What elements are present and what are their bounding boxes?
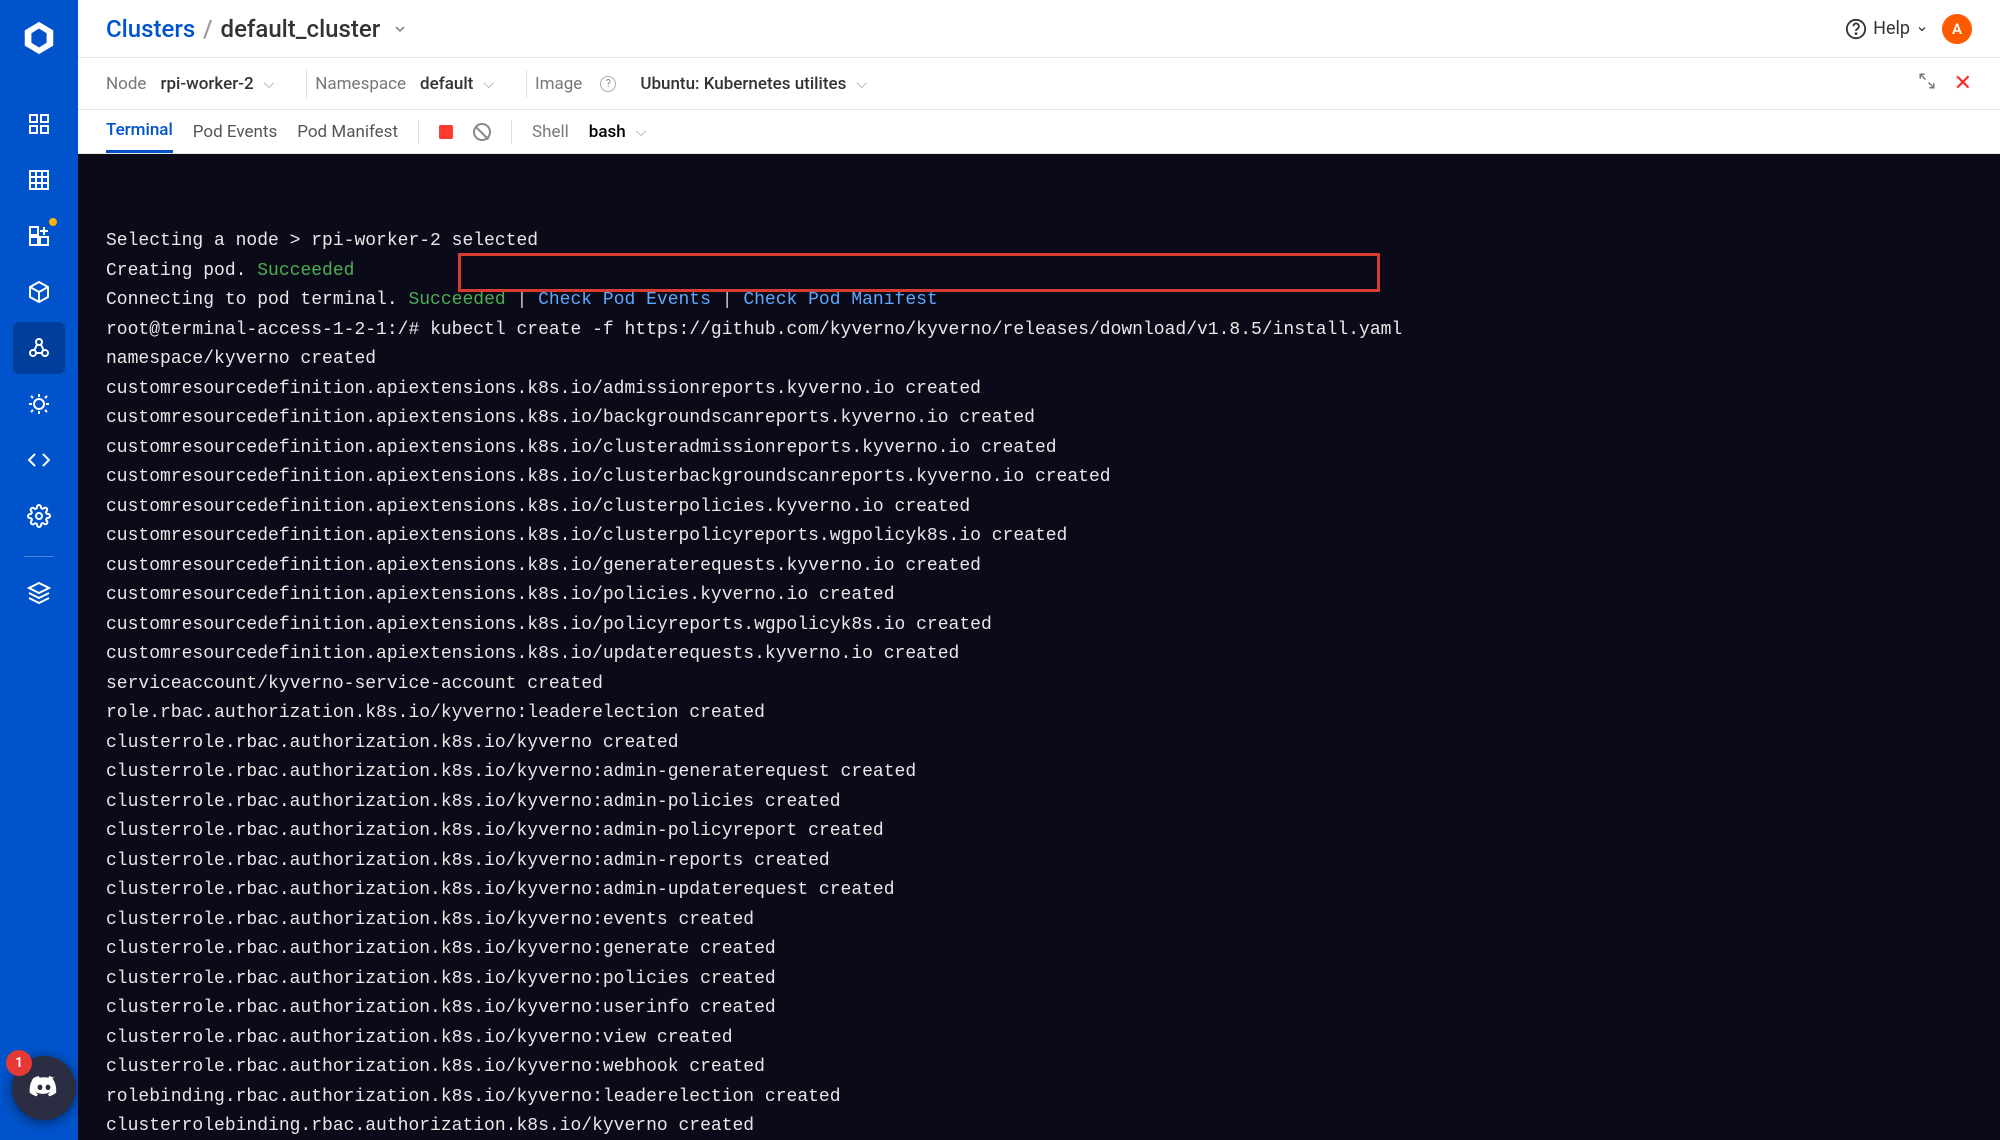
discord-icon <box>28 1072 60 1104</box>
chevron-down-icon: ⌵ <box>856 76 867 92</box>
chevron-down-icon: ⌵ <box>483 76 494 92</box>
tab-pod-manifest[interactable]: Pod Manifest <box>297 110 398 153</box>
vertical-separator <box>526 70 527 98</box>
chevron-down-icon[interactable] <box>392 15 408 43</box>
term-line: customresourcedefinition.apiextensions.k… <box>106 644 959 664</box>
node-value[interactable]: rpi-worker-2 ⌵ <box>160 74 274 94</box>
chevron-down-icon <box>1916 23 1928 35</box>
nav-cube-icon[interactable] <box>13 266 65 318</box>
nav-stack-icon[interactable] <box>13 567 65 619</box>
namespace-value[interactable]: default ⌵ <box>420 74 494 94</box>
term-line: namespace/kyverno created <box>106 349 376 369</box>
term-line: clusterrole.rbac.authorization.k8s.io/ky… <box>106 1057 765 1077</box>
term-line: clusterrole.rbac.authorization.k8s.io/ky… <box>106 733 679 753</box>
main-column: Clusters / default_cluster Help A Node r… <box>78 0 2000 1140</box>
discord-button[interactable]: 1 <box>12 1056 76 1120</box>
namespace-label: Namespace <box>315 74 406 94</box>
term-line: clusterrole.rbac.authorization.k8s.io/ky… <box>106 851 830 871</box>
shell-select[interactable]: bash ⌵ <box>589 122 647 142</box>
namespace-select: Namespace default ⌵ <box>315 74 494 94</box>
term-line: customresourcedefinition.apiextensions.k… <box>106 379 981 399</box>
help-menu[interactable]: Help <box>1845 18 1928 40</box>
block-icon[interactable] <box>473 123 491 141</box>
term-line: Selecting a node > rpi-worker-2 selected <box>106 231 538 251</box>
nav-separator <box>24 556 54 557</box>
term-line: customresourcedefinition.apiextensions.k… <box>106 615 992 635</box>
image-select: Image ? Ubuntu: Kubernetes utilites ⌵ <box>535 74 867 94</box>
info-icon[interactable]: ? <box>600 76 616 92</box>
term-line: serviceaccount/kyverno-service-account c… <box>106 674 603 694</box>
tab-pod-events[interactable]: Pod Events <box>193 110 277 153</box>
check-pod-events-link[interactable]: Check Pod Events <box>538 290 711 310</box>
term-line: clusterrole.rbac.authorization.k8s.io/ky… <box>106 792 841 812</box>
avatar-letter: A <box>1952 20 1962 38</box>
term-line: Creating pod. Succeeded <box>106 261 354 281</box>
term-line: Connecting to pod terminal. Succeeded | … <box>106 290 938 310</box>
node-label: Node <box>106 74 146 94</box>
selector-bar: Node rpi-worker-2 ⌵ Namespace default ⌵ … <box>78 58 2000 110</box>
term-line: root@terminal-access-1-2-1:/# kubectl cr… <box>106 320 1402 340</box>
term-line: rolebinding.rbac.authorization.k8s.io/ky… <box>106 1087 841 1107</box>
breadcrumb-sep: / <box>203 15 212 43</box>
avatar[interactable]: A <box>1942 14 1972 44</box>
term-line: clusterrole.rbac.authorization.k8s.io/ky… <box>106 762 916 782</box>
terminal-output[interactable]: Selecting a node > rpi-worker-2 selected… <box>78 154 2000 1140</box>
term-line: customresourcedefinition.apiextensions.k… <box>106 438 1057 458</box>
term-line: clusterrolebinding.rbac.authorization.k8… <box>106 1116 754 1136</box>
breadcrumb: Clusters / default_cluster <box>106 15 408 43</box>
nav-add-block-icon[interactable] <box>13 210 65 262</box>
nav-cluster-icon[interactable] <box>13 322 65 374</box>
stop-button[interactable] <box>439 125 453 139</box>
node-select: Node rpi-worker-2 ⌵ <box>106 74 274 94</box>
vertical-separator <box>306 70 307 98</box>
vertical-separator <box>511 120 512 144</box>
term-line: customresourcedefinition.apiextensions.k… <box>106 526 1067 546</box>
image-label: Image <box>535 74 582 94</box>
term-line: clusterrole.rbac.authorization.k8s.io/ky… <box>106 939 776 959</box>
tab-terminal[interactable]: Terminal <box>106 110 173 153</box>
discord-count: 1 <box>6 1050 32 1076</box>
app-logo[interactable] <box>19 18 59 58</box>
highlight-box <box>458 253 1380 292</box>
shell-label: Shell <box>532 122 569 142</box>
breadcrumb-root[interactable]: Clusters <box>106 15 195 43</box>
term-line: customresourcedefinition.apiextensions.k… <box>106 467 1111 487</box>
term-line: clusterrole.rbac.authorization.k8s.io/ky… <box>106 1028 733 1048</box>
topbar: Clusters / default_cluster Help A <box>78 0 2000 58</box>
term-line: clusterrole.rbac.authorization.k8s.io/ky… <box>106 998 776 1018</box>
sidebar: 1 <box>0 0 78 1140</box>
term-line: role.rbac.authorization.k8s.io/kyverno:l… <box>106 703 765 723</box>
nav-code-icon[interactable] <box>13 434 65 486</box>
nav-dashboard-icon[interactable] <box>13 98 65 150</box>
term-line: clusterrole.rbac.authorization.k8s.io/ky… <box>106 969 776 989</box>
term-line: customresourcedefinition.apiextensions.k… <box>106 497 970 517</box>
notification-dot <box>49 218 57 226</box>
chevron-down-icon: ⌵ <box>264 76 275 92</box>
term-line: clusterrole.rbac.authorization.k8s.io/ky… <box>106 821 884 841</box>
nav-bug-icon[interactable] <box>13 378 65 430</box>
help-icon <box>1845 18 1867 40</box>
minimize-icon[interactable] <box>1918 72 1936 95</box>
breadcrumb-current: default_cluster <box>221 15 381 43</box>
close-icon[interactable]: ✕ <box>1954 71 1972 96</box>
vertical-separator <box>418 120 419 144</box>
term-line: clusterrole.rbac.authorization.k8s.io/ky… <box>106 910 754 930</box>
image-value[interactable]: Ubuntu: Kubernetes utilites ⌵ <box>640 74 867 94</box>
term-line: clusterrole.rbac.authorization.k8s.io/ky… <box>106 880 895 900</box>
term-line: customresourcedefinition.apiextensions.k… <box>106 556 981 576</box>
term-line: customresourcedefinition.apiextensions.k… <box>106 585 895 605</box>
tabs-bar: Terminal Pod Events Pod Manifest Shell b… <box>78 110 2000 154</box>
chevron-down-icon: ⌵ <box>636 124 647 140</box>
term-line: customresourcedefinition.apiextensions.k… <box>106 408 1035 428</box>
help-label: Help <box>1873 18 1910 39</box>
nav-grid-icon[interactable] <box>13 154 65 206</box>
check-pod-manifest-link[interactable]: Check Pod Manifest <box>743 290 937 310</box>
nav-settings-icon[interactable] <box>13 490 65 542</box>
